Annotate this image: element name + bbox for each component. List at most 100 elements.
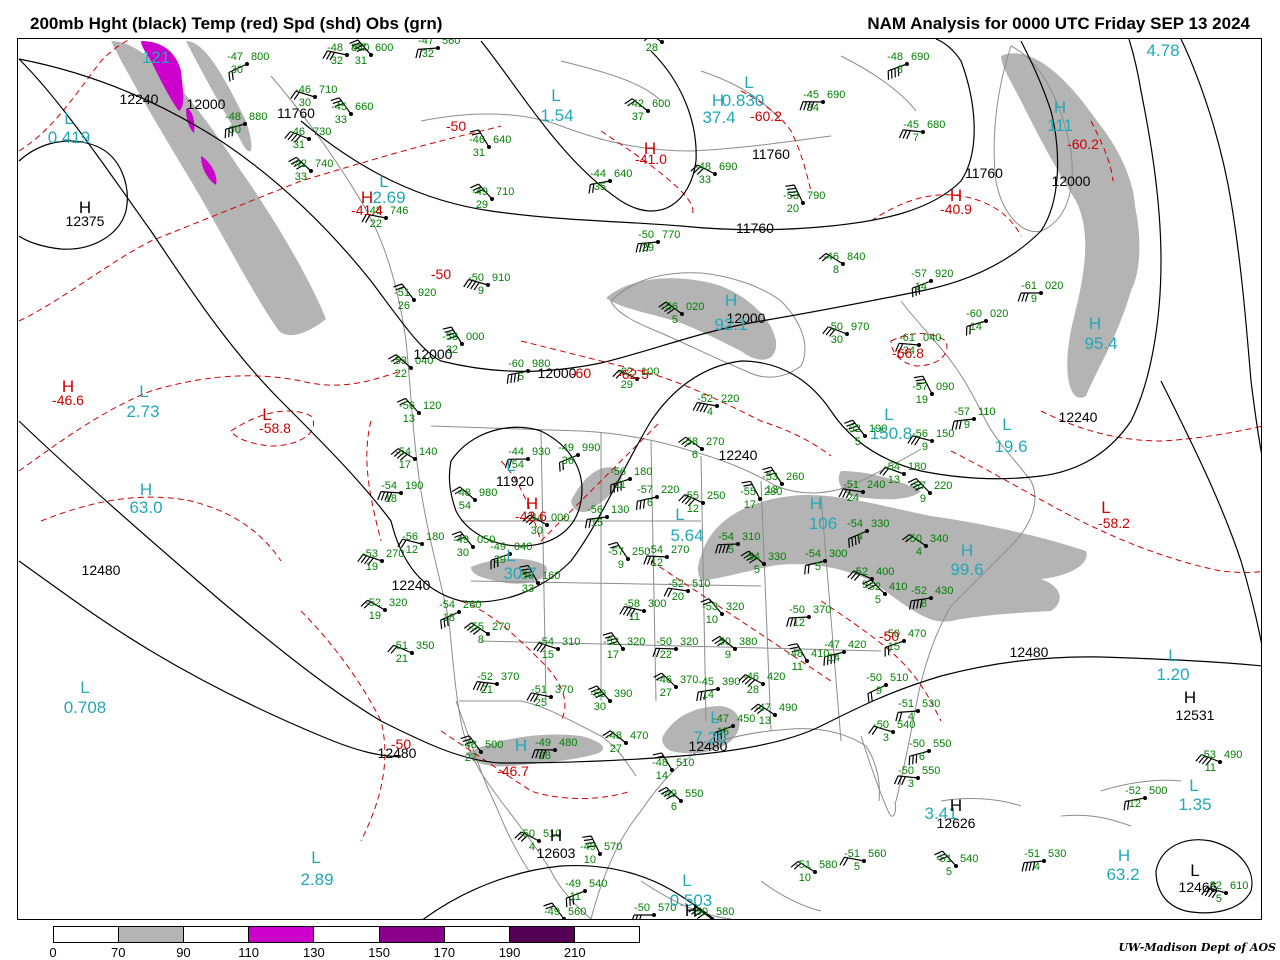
station-obs[interactable]: -52 320 19 <box>360 597 407 622</box>
station-obs[interactable]: -56 120 13 <box>396 397 441 425</box>
station-obs[interactable]: -53 790 20 <box>783 184 825 215</box>
station-obs[interactable]: -48 690 33 <box>690 161 738 186</box>
station-obs[interactable]: -54 140 17 <box>390 446 437 471</box>
station-obs[interactable]: -51 920 26 <box>393 283 437 312</box>
station-obs[interactable]: -60 020 14 <box>965 308 1008 336</box>
station-obs[interactable]: -42 740 33 <box>288 156 334 183</box>
station-obs[interactable]: -56 150 9 <box>907 428 955 453</box>
station-obs[interactable]: -47 490 13 <box>750 702 797 727</box>
obs-temperature: -53 <box>702 601 718 613</box>
wind-speed-label: 106 <box>809 514 837 533</box>
obs-height: 180 <box>634 466 652 478</box>
temperature-label: -50 <box>431 266 451 282</box>
station-obs[interactable]: -45 690 34 <box>799 89 845 114</box>
station-obs[interactable]: -50 550 6 <box>908 738 951 766</box>
station-obs[interactable]: -53 490 11 <box>1195 749 1243 774</box>
station-obs[interactable]: -56 180 12 <box>397 531 445 556</box>
station-obs[interactable]: -54 310 15 <box>533 636 581 661</box>
wind-barb <box>1017 292 1041 302</box>
station-obs[interactable]: -47 800 30 <box>227 51 269 82</box>
obs-height: 270 <box>492 621 510 633</box>
height-contour-label: 12000 <box>414 346 453 362</box>
station-obs[interactable]: -51 560 5 <box>839 848 886 873</box>
station-obs[interactable]: -50 550 3 <box>893 765 940 790</box>
station-obs[interactable]: -57 2509 <box>608 541 650 571</box>
station-obs[interactable]: -46 730 31 <box>284 126 332 151</box>
station-obs[interactable]: -45 680 7 <box>898 119 945 144</box>
weather-map[interactable]: -4780030-4884032-4760031-4756032-5568028… <box>17 38 1262 920</box>
extremum-marker: H <box>961 541 973 560</box>
station-obs[interactable]: -46 840 8 <box>818 251 865 276</box>
station-obs[interactable]: -50 770 29 <box>635 229 680 254</box>
station-obs[interactable]: -56 130 15 <box>584 504 629 529</box>
obs-dewpoint-depression: 14 <box>915 281 927 293</box>
station-obs[interactable]: -45 390 14 <box>696 676 741 702</box>
station-obs[interactable]: -49 540 11 <box>565 878 607 908</box>
station-obs[interactable]: -53 270 19 <box>357 548 405 573</box>
station-obs[interactable]: -57 090 19 <box>912 375 954 406</box>
obs-temperature: -47 <box>418 39 434 47</box>
station-obs[interactable]: -49 990 36 <box>558 442 600 472</box>
station-obs[interactable]: -57 220 6 <box>635 484 680 511</box>
station-obs[interactable]: -51 580 10 <box>790 859 837 884</box>
obs-temperature: -56 <box>662 301 678 313</box>
station-obs[interactable]: -50 380 9 <box>711 635 757 661</box>
station-obs[interactable]: -50 370 12 <box>786 604 832 629</box>
station-obs[interactable]: -49 05030 <box>451 530 495 560</box>
obs-dewpoint-depression: 6 <box>692 449 698 461</box>
station-obs[interactable]: -52 220 4 <box>692 393 739 418</box>
obs-dewpoint-depression: 3 <box>908 778 914 790</box>
station-obs[interactable]: -52 500 12 <box>1123 785 1167 811</box>
station-obs[interactable]: -48 980 54 <box>451 486 497 512</box>
station-obs[interactable]: -49 710 29 <box>470 183 514 211</box>
obs-height: 470 <box>908 628 926 640</box>
station-obs[interactable]: -49 550 6 <box>658 786 704 813</box>
extremum-marker: L <box>744 73 753 92</box>
station-obs[interactable]: -48 410 11 <box>787 643 829 673</box>
station-obs[interactable]: -57 220 9 <box>907 478 952 505</box>
station-obs[interactable]: -48 690 8 <box>887 51 929 80</box>
wind-speed-label: 19.6 <box>994 437 1027 456</box>
station-obs[interactable]: -61 020 9 <box>1017 280 1063 305</box>
legend-swatch <box>119 927 185 942</box>
temperature-label: -58.2 <box>1098 515 1130 531</box>
station-obs[interactable]: -55 680 28 <box>638 39 684 54</box>
station-obs[interactable]: -50 970 30 <box>822 321 870 346</box>
station-obs[interactable]: -42 600 37 <box>624 98 671 123</box>
station-obs[interactable]: -54 270 12 <box>643 544 690 569</box>
station-obs[interactable]: -50 910 9 <box>463 272 511 297</box>
station-obs[interactable]: -58 300 11 <box>619 598 666 623</box>
station-obs[interactable]: -55 270 8 <box>463 621 510 646</box>
wind-speed-label: 0.419 <box>48 128 91 147</box>
station-obs[interactable]: -46 370 27 <box>653 672 699 699</box>
station-obs[interactable]: -50 390 30 <box>588 685 633 713</box>
station-obs[interactable]: -51 350 21 <box>387 640 435 665</box>
height-contour-label: 12000 <box>1052 173 1091 189</box>
station-obs[interactable]: -51 530 4 <box>1021 848 1066 873</box>
station-obs[interactable]: -54 190 18 <box>377 480 424 505</box>
obs-dewpoint-depression: 20 <box>787 203 799 215</box>
obs-dewpoint-depression: 31 <box>355 55 367 67</box>
wind-speed-label: 2.69 <box>372 188 405 207</box>
station-obs[interactable]: -44 640 35 <box>588 168 632 194</box>
station-obs[interactable]: -57 920 14 <box>911 268 953 298</box>
obs-temperature: -52 <box>365 597 381 609</box>
station-obs[interactable]: -52 370 21 <box>472 671 519 696</box>
station-obs[interactable]: -49 570 10 <box>580 835 622 866</box>
station-obs[interactable]: -47 560 32 <box>415 39 460 60</box>
station-obs[interactable]: -47 42014 <box>823 639 866 666</box>
station-obs[interactable]: -51 540 5 <box>934 850 978 878</box>
station-obs[interactable]: -51 370 25 <box>526 684 573 709</box>
station-obs[interactable]: -48 510 14 <box>652 752 694 782</box>
obs-height: 310 <box>562 636 580 648</box>
station-obs[interactable]: -50 320 22 <box>652 636 698 661</box>
station-obs[interactable]: -53 320 10 <box>700 598 745 626</box>
obs-height: 390 <box>614 688 632 700</box>
station-obs[interactable]: -46 420 28 <box>738 671 785 696</box>
station-obs[interactable]: -45 660 33 <box>330 97 374 126</box>
station-obs[interactable]: -52 320 17 <box>602 632 645 661</box>
station-obs[interactable]: -49 560 <box>543 902 587 920</box>
station-obs[interactable]: -47 600 31 <box>349 39 394 67</box>
station-obs[interactable]: -48 470 27 <box>602 730 649 755</box>
station-obs[interactable]: -46 640 31 <box>469 129 511 159</box>
